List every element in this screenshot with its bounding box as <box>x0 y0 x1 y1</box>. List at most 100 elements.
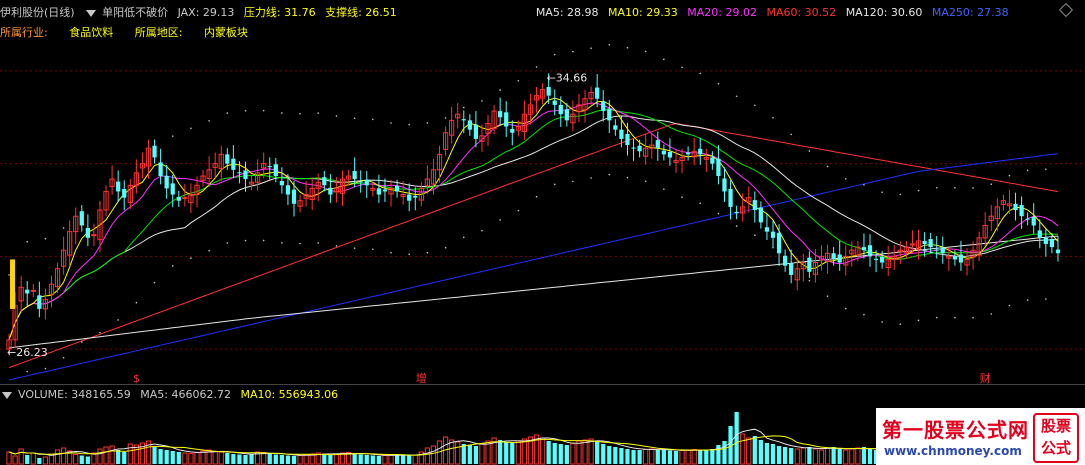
stock-title[interactable]: 伊利股份(日线) <box>0 6 75 19</box>
candle-body <box>752 200 757 210</box>
volume-bar <box>783 447 788 464</box>
candle-body <box>625 133 630 146</box>
pressure-dot <box>208 120 210 122</box>
support-dot <box>190 257 192 259</box>
pressure-dot <box>663 58 665 61</box>
watermark-seal: 股票公式 <box>1033 413 1079 463</box>
volume-bar <box>103 446 109 465</box>
volume-bar <box>127 443 133 465</box>
region-value[interactable]: 内蒙板块 <box>204 26 248 39</box>
pressure-dot <box>790 133 792 136</box>
volume-bar <box>430 445 437 465</box>
candle-body <box>467 120 472 130</box>
collapse-diamond-icon[interactable] <box>1058 2 1074 18</box>
pressure-dot <box>335 115 338 117</box>
region-label: 所属地区: <box>134 26 183 39</box>
pressure-dot <box>717 82 720 85</box>
volume-bar <box>54 449 61 465</box>
volume-bar <box>740 433 746 465</box>
candle-body <box>607 108 612 121</box>
volume-bar <box>152 447 157 464</box>
volume-bar <box>601 444 606 464</box>
candle-body <box>564 109 569 121</box>
volume-bar <box>322 453 327 464</box>
indicator-name[interactable]: 单阳低不破价 <box>102 6 168 19</box>
support-dot <box>1045 298 1047 300</box>
volume-bar <box>401 455 406 464</box>
candle-body <box>837 254 842 263</box>
pressure-dot <box>626 46 629 49</box>
candle-body <box>552 100 557 105</box>
candle-body <box>722 178 727 192</box>
candle-body <box>158 162 163 176</box>
candle-body <box>122 188 127 198</box>
support-dot <box>917 319 920 322</box>
support-dot <box>372 248 374 251</box>
pressure-dot <box>881 191 883 194</box>
pressure-dot <box>408 123 411 126</box>
candle-body <box>1055 249 1061 254</box>
volume-bar <box>364 455 369 464</box>
volume-bar <box>776 446 782 464</box>
support-dot <box>972 316 974 319</box>
highlight-bar <box>10 259 16 309</box>
volume-bar <box>225 453 230 464</box>
support-dot <box>281 241 283 244</box>
candle-body <box>164 176 169 189</box>
volume-bar <box>18 448 24 465</box>
volume-bar <box>800 447 806 465</box>
volume-bar <box>237 454 242 464</box>
event-marker: 增 <box>416 371 427 384</box>
volume-bar <box>734 412 739 464</box>
event-marker: $ <box>133 372 140 384</box>
volume-bar <box>837 449 842 464</box>
support-dot <box>881 321 883 323</box>
candle-body <box>407 194 412 201</box>
pressure-dot <box>935 186 938 189</box>
pressure-value: 压力线: 31.76 <box>243 6 316 19</box>
volume-bar <box>479 443 485 465</box>
candle-body <box>91 234 97 237</box>
volume-bar <box>643 449 649 465</box>
candle-body <box>473 124 479 139</box>
candle-body <box>382 189 388 192</box>
volume-bar <box>818 449 825 465</box>
support-dot <box>808 279 811 282</box>
support-dot <box>117 319 119 321</box>
support-dot <box>26 370 29 373</box>
volume-bar <box>376 456 382 464</box>
pressure-dot <box>681 66 683 69</box>
candle-body <box>952 256 958 260</box>
volume-bar <box>498 440 503 464</box>
candle-body <box>758 207 763 223</box>
volume-bar <box>637 450 642 464</box>
support-dot <box>608 173 611 176</box>
volume-bar <box>25 455 30 464</box>
volume-bar <box>539 437 546 465</box>
volume-bar <box>407 455 412 464</box>
pressure-dot <box>462 106 465 109</box>
dropdown-triangle-icon[interactable] <box>86 9 97 17</box>
volume-bar <box>794 448 800 465</box>
candle-body <box>595 87 600 99</box>
volume-bar <box>122 452 127 464</box>
pressure-dot <box>644 50 647 53</box>
volume-bar <box>37 458 42 464</box>
volume-bar <box>382 455 388 465</box>
volume-bar <box>188 453 194 465</box>
event-marker: 财 <box>980 371 991 384</box>
candle-body <box>655 140 660 149</box>
ma10-value: MA10: 29.33 <box>608 6 678 19</box>
volume-bar <box>158 449 163 464</box>
candle-body <box>764 227 770 232</box>
pressure-dot <box>299 112 301 115</box>
industry-value[interactable]: 食品饮料 <box>69 26 113 39</box>
candle-body <box>613 125 618 130</box>
volume-bar <box>649 448 655 465</box>
price-chart[interactable]: ←34.66 ←26.23 $ 增 财 <box>0 40 1085 384</box>
candle-body <box>558 104 563 115</box>
candle-body <box>934 249 939 251</box>
support-dot <box>681 196 683 198</box>
support-dot <box>899 323 902 326</box>
watermark-main-text: 第一股票公式网 <box>882 418 1029 442</box>
